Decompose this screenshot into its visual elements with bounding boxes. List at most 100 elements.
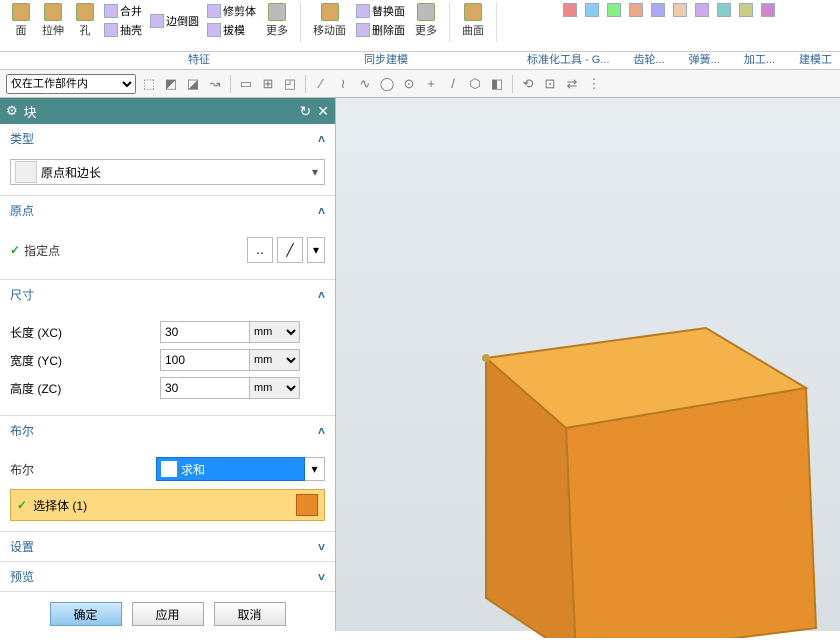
check-icon: ✓ <box>10 243 20 257</box>
misc-icon-7[interactable] <box>693 2 711 18</box>
tb-icon-12[interactable]: ⊙ <box>400 75 418 93</box>
more-sync-button[interactable]: 更多 <box>411 2 441 39</box>
cancel-button[interactable]: 取消 <box>214 602 286 626</box>
replace-face-button[interactable]: 替换面 <box>354 2 407 20</box>
origin-section: 原点˄ ✓指定点 ‥ ╱ ▾ <box>0 196 335 280</box>
boolean-section: 布尔˄ 布尔 求和 ▾ <box>0 416 335 532</box>
tb-icon-5[interactable]: ▭ <box>237 75 255 93</box>
ok-button[interactable]: 确定 <box>50 602 122 626</box>
type-header[interactable]: 类型˄ <box>0 124 335 153</box>
misc-icon-8[interactable] <box>715 2 733 18</box>
ribbon-group-label-feature: 特征 <box>180 49 218 69</box>
ribbon-tab-modeling[interactable]: 建模工 <box>791 49 840 69</box>
ribbon-tab-labels: 特征 同步建模 标准化工具 - G... 齿轮... 弹簧... 加工... 建… <box>0 52 840 70</box>
chevron-up-icon: ˄ <box>318 424 325 438</box>
chevron-up-icon: ˄ <box>318 288 325 302</box>
move-face-button[interactable]: 移动面 <box>309 2 350 39</box>
length-xc-label: 长度 (XC) <box>10 324 160 341</box>
apply-button[interactable]: 应用 <box>132 602 204 626</box>
ribbon-tab-machining[interactable]: 加工... <box>736 49 783 69</box>
tb-icon-9[interactable]: ≀ <box>334 75 352 93</box>
boolean-label: 布尔 <box>10 461 150 478</box>
settings-header[interactable]: 设置˅ <box>0 532 335 561</box>
width-yc-input[interactable] <box>160 349 250 371</box>
tb-icon-7[interactable]: ◰ <box>281 75 299 93</box>
shell-button[interactable]: 抽壳 <box>102 21 144 39</box>
width-yc-unit[interactable]: mm <box>250 349 300 371</box>
ribbon-group-label-sync: 同步建模 <box>356 49 416 69</box>
dimension-header[interactable]: 尺寸˄ <box>0 280 335 309</box>
boolean-select[interactable]: 求和 <box>156 457 305 481</box>
type-select[interactable]: 原点和边长 ▾ <box>10 159 325 185</box>
close-icon[interactable]: ✕ <box>317 103 329 120</box>
misc-icon-3[interactable] <box>605 2 623 18</box>
draft-button[interactable]: 拔模 <box>205 21 258 39</box>
width-yc-label: 宽度 (YC) <box>10 352 160 369</box>
chevron-down-icon: ˅ <box>318 570 325 584</box>
tb-icon-19[interactable]: ⇄ <box>563 75 581 93</box>
reset-icon[interactable]: ↻ <box>300 103 312 120</box>
chevron-up-icon: ˄ <box>318 204 325 218</box>
dialog-header: ⚙ 块 ↻ ✕ <box>0 98 335 124</box>
tb-icon-16[interactable]: ◧ <box>488 75 506 93</box>
body-icon <box>296 494 318 516</box>
extrude-button[interactable]: 拉伸 <box>38 2 68 39</box>
origin-header[interactable]: 原点˄ <box>0 196 335 225</box>
tb-icon-8[interactable]: ∕ <box>312 75 330 93</box>
misc-icon-10[interactable] <box>759 2 777 18</box>
point-constructor-button[interactable]: ╱ <box>277 237 303 263</box>
tb-icon-13[interactable]: + <box>422 75 440 93</box>
delete-face-button[interactable]: 删除面 <box>354 21 407 39</box>
tb-icon-10[interactable]: ∿ <box>356 75 374 93</box>
misc-icon-5[interactable] <box>649 2 667 18</box>
dialog-buttons: 确定 应用 取消 <box>0 592 335 631</box>
length-xc-unit[interactable]: mm <box>250 321 300 343</box>
block-dialog: ⚙ 块 ↻ ✕ 类型˄ 原点和边长 ▾ 原点˄ <box>0 98 336 631</box>
tb-icon-1[interactable]: ⬚ <box>140 75 158 93</box>
tb-icon-6[interactable]: ⊞ <box>259 75 277 93</box>
misc-icon-2[interactable] <box>583 2 601 18</box>
tb-icon-2[interactable]: ◩ <box>162 75 180 93</box>
tb-icon-15[interactable]: ⬡ <box>466 75 484 93</box>
boolean-dropdown[interactable]: ▾ <box>305 457 325 481</box>
tb-icon-20[interactable]: ⋮ <box>585 75 603 93</box>
unite-icon <box>161 461 177 477</box>
misc-icon-6[interactable] <box>671 2 689 18</box>
hole-button[interactable]: 孔 <box>72 2 98 39</box>
unite-button[interactable]: 合并 <box>102 2 144 20</box>
tb-icon-3[interactable]: ◪ <box>184 75 202 93</box>
misc-icon-9[interactable] <box>737 2 755 18</box>
edge-blend-button[interactable]: 边倒圆 <box>148 12 201 30</box>
scope-select[interactable]: 仅在工作部件内 <box>6 74 136 94</box>
chevron-down-icon[interactable]: ▾ <box>306 165 324 179</box>
more-feature-button[interactable]: 更多 <box>262 2 292 39</box>
type-section: 类型˄ 原点和边长 ▾ <box>0 124 335 196</box>
select-body-row[interactable]: ✓ 选择体 (1) <box>10 489 325 521</box>
face-button[interactable]: 面 <box>8 2 34 39</box>
preview-header[interactable]: 预览˅ <box>0 562 335 591</box>
point-dialog-button[interactable]: ‥ <box>247 237 273 263</box>
chevron-down-icon: ˅ <box>318 540 325 554</box>
gear-icon[interactable]: ⚙ <box>6 103 18 119</box>
boolean-header[interactable]: 布尔˄ <box>0 416 335 445</box>
height-zc-input[interactable] <box>160 377 250 399</box>
graphics-viewport[interactable] <box>336 98 840 631</box>
length-xc-input[interactable] <box>160 321 250 343</box>
ribbon-tab-std[interactable]: 标准化工具 - G... <box>519 49 618 69</box>
point-dropdown[interactable]: ▾ <box>307 237 325 263</box>
ribbon-group-sync: 移动面 替换面 删除面 更多 <box>305 2 445 52</box>
ribbon-tab-spring[interactable]: 弹簧... <box>681 49 728 69</box>
misc-icon-4[interactable] <box>627 2 645 18</box>
trim-body-button[interactable]: 修剪体 <box>205 2 258 20</box>
height-zc-label: 高度 (ZC) <box>10 380 160 397</box>
tb-icon-14[interactable]: / <box>444 75 462 93</box>
tb-icon-4[interactable]: ↝ <box>206 75 224 93</box>
ribbon-tab-gear[interactable]: 齿轮... <box>625 49 672 69</box>
chevron-up-icon: ˄ <box>318 132 325 146</box>
misc-icon-1[interactable] <box>561 2 579 18</box>
tb-icon-17[interactable]: ⟲ <box>519 75 537 93</box>
tb-icon-18[interactable]: ⊡ <box>541 75 559 93</box>
height-zc-unit[interactable]: mm <box>250 377 300 399</box>
surface-button[interactable]: 曲面 <box>458 2 488 39</box>
tb-icon-11[interactable]: ◯ <box>378 75 396 93</box>
